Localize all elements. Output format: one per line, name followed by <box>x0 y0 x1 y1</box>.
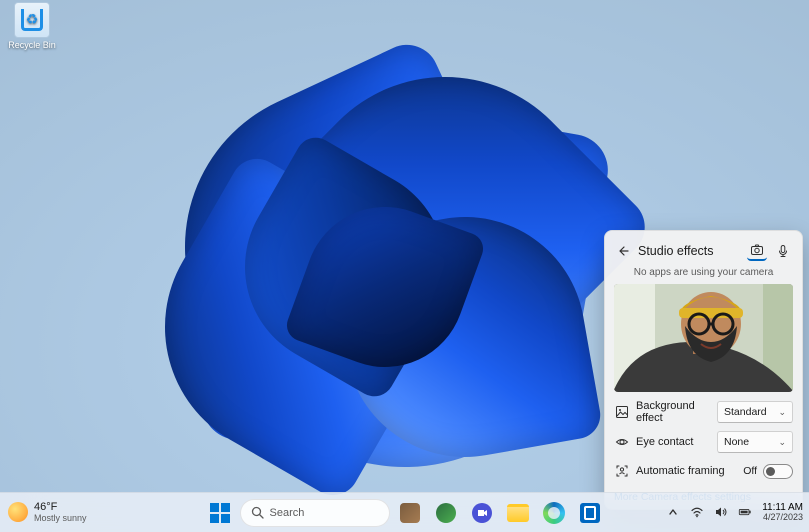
background-effect-icon <box>614 404 630 420</box>
app-icon <box>400 503 420 523</box>
battery-button[interactable] <box>738 505 752 519</box>
wifi-icon <box>690 505 704 519</box>
speaker-icon <box>714 505 728 519</box>
app-icon <box>436 503 456 523</box>
eye-contact-value: None <box>724 436 749 448</box>
recycle-bin-icon <box>14 2 50 38</box>
weather-icon <box>8 502 28 522</box>
recycle-bin-label: Recycle Bin <box>2 40 62 50</box>
wallpaper-bloom <box>125 47 685 507</box>
camera-tab[interactable] <box>747 241 767 261</box>
arrow-left-icon <box>617 245 629 257</box>
auto-framing-row: Automatic framing Off <box>614 460 793 482</box>
recycle-bin[interactable]: Recycle Bin <box>2 2 62 50</box>
auto-framing-toggle[interactable] <box>763 464 793 479</box>
pinned-app-1[interactable] <box>394 497 426 529</box>
camera-status: No apps are using your camera <box>614 267 793 278</box>
weather-condition: Mostly sunny <box>34 514 87 523</box>
clock-date: 4/27/2023 <box>762 513 803 523</box>
camera-preview <box>614 284 793 392</box>
camera-app-icon <box>472 503 492 523</box>
flyout-header: Studio effects <box>614 241 793 261</box>
auto-framing-state: Off <box>743 465 757 477</box>
back-button[interactable] <box>614 242 632 260</box>
folder-icon <box>507 504 529 522</box>
volume-button[interactable] <box>714 505 728 519</box>
flyout-title: Studio effects <box>638 244 741 258</box>
camera-icon <box>750 243 764 257</box>
chevron-down-icon: ⌄ <box>778 437 786 448</box>
toggle-knob <box>766 467 775 476</box>
edge-browser[interactable] <box>538 497 570 529</box>
auto-framing-icon <box>614 463 630 479</box>
search-box[interactable]: Search <box>240 499 390 527</box>
studio-effects-flyout: Studio effects No apps are using your ca… <box>604 230 803 510</box>
eye-contact-dropdown[interactable]: None ⌄ <box>717 431 793 453</box>
search-icon <box>251 506 264 519</box>
pinned-app-3[interactable] <box>466 497 498 529</box>
microsoft-store[interactable] <box>574 497 606 529</box>
background-effect-value: Standard <box>724 406 767 418</box>
taskbar-center: Search <box>204 497 606 529</box>
desktop: Recycle Bin Studio effects No apps are u… <box>0 0 809 532</box>
file-explorer[interactable] <box>502 497 534 529</box>
clock-button[interactable]: 11:11 AM 4/27/2023 <box>762 502 803 523</box>
store-icon <box>580 503 600 523</box>
start-button[interactable] <box>204 497 236 529</box>
background-effect-dropdown[interactable]: Standard ⌄ <box>717 401 793 423</box>
system-tray: 11:11 AM 4/27/2023 <box>666 502 803 523</box>
background-effect-label: Background effect <box>636 400 711 424</box>
background-effect-row: Background effect Standard ⌄ <box>614 400 793 424</box>
mic-tab[interactable] <box>773 241 793 261</box>
battery-icon <box>738 505 752 519</box>
tray-overflow[interactable] <box>666 505 680 519</box>
chevron-down-icon: ⌄ <box>778 407 786 418</box>
wifi-button[interactable] <box>690 505 704 519</box>
eye-contact-label: Eye contact <box>636 436 711 448</box>
pinned-app-2[interactable] <box>430 497 462 529</box>
auto-framing-label: Automatic framing <box>636 465 737 477</box>
weather-widget[interactable]: 46°F Mostly sunny <box>0 502 120 523</box>
windows-logo-icon <box>210 503 230 523</box>
chevron-up-icon <box>668 507 678 517</box>
taskbar: 46°F Mostly sunny Search <box>0 492 809 532</box>
eye-contact-row: Eye contact None ⌄ <box>614 431 793 453</box>
search-placeholder: Search <box>270 507 305 519</box>
microphone-icon <box>776 244 790 258</box>
weather-temp: 46°F <box>34 502 87 514</box>
edge-icon <box>543 502 565 524</box>
eye-contact-icon <box>614 434 630 450</box>
